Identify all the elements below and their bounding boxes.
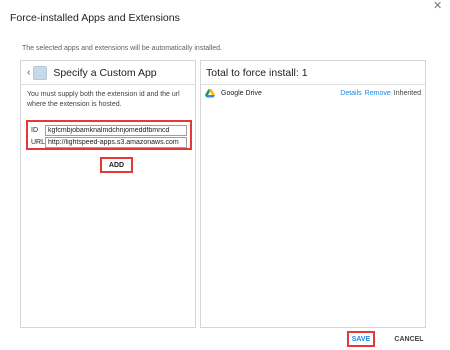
details-link[interactable]: Details: [340, 90, 361, 97]
custom-app-help-text: You must supply both the extension id an…: [27, 91, 180, 108]
extension-id-input[interactable]: [45, 124, 187, 136]
url-row: URL: [31, 136, 187, 148]
force-install-panel: Total to force install: 1 Google Drive D…: [200, 60, 426, 328]
app-tile-icon: [33, 65, 48, 80]
id-label: ID: [31, 126, 38, 134]
list-item: Google Drive Details Remove Inherited: [201, 85, 425, 101]
id-row: ID: [31, 124, 187, 136]
cancel-button[interactable]: CANCEL: [391, 331, 427, 347]
dialog-title: Force-installed Apps and Extensions: [10, 12, 180, 24]
save-button[interactable]: SAVE: [347, 331, 375, 347]
google-drive-icon: [205, 88, 215, 97]
remove-link[interactable]: Remove: [365, 90, 391, 97]
custom-app-panel-header: ‹ Specify a Custom App: [21, 61, 195, 85]
chevron-left-icon[interactable]: ‹: [27, 67, 30, 78]
extension-url-input[interactable]: [45, 136, 187, 148]
close-icon[interactable]: ✕: [433, 0, 442, 12]
dialog-subtitle: The selected apps and extensions will be…: [22, 45, 223, 52]
app-name: Google Drive: [221, 89, 262, 97]
id-url-fields: ID URL: [26, 120, 192, 150]
custom-app-panel-title: Specify a Custom App: [53, 66, 157, 79]
custom-app-panel: ‹ Specify a Custom App You must supply b…: [20, 60, 196, 328]
force-install-panel-header: Total to force install: 1: [201, 61, 425, 85]
inherited-status: Inherited: [393, 89, 421, 97]
force-install-total: Total to force install: 1: [206, 66, 308, 79]
url-label: URL: [31, 138, 46, 146]
add-button[interactable]: ADD: [100, 157, 133, 173]
